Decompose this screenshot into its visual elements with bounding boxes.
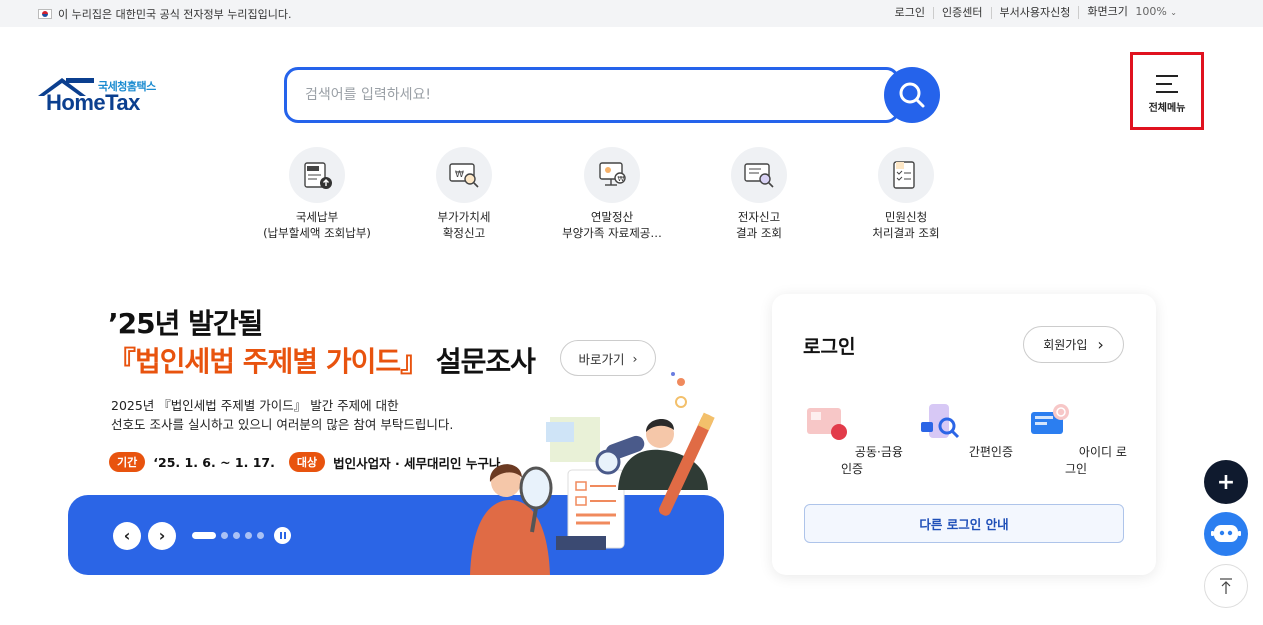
chevron-left-icon: ‹ xyxy=(123,526,131,545)
chevron-right-icon: › xyxy=(1097,335,1104,354)
quick-label-line2: (납부할세액 조회납부) xyxy=(263,226,371,240)
login-option-joint-financial-cert[interactable]: 공동·금융인증 xyxy=(797,398,907,477)
target-badge: 대상 xyxy=(288,452,326,472)
survey-illustration xyxy=(470,372,715,575)
plus-icon: + xyxy=(1216,469,1236,495)
other-login-guide-button[interactable]: 다른 로그인 안내 xyxy=(804,504,1124,543)
login-title: 로그인 xyxy=(803,336,856,358)
period-badge: 기간 xyxy=(109,452,146,472)
banner-title-highlight: 『법인세법 주제별 가이드』 xyxy=(108,345,428,378)
carousel-pause-button[interactable] xyxy=(274,527,291,544)
zoom-value: 100% xyxy=(1135,5,1167,18)
carousel-dot[interactable] xyxy=(221,532,228,539)
e-filing-result-icon xyxy=(731,147,787,203)
id-login-icon xyxy=(1031,404,1070,434)
all-menu-button[interactable]: 전체메뉴 xyxy=(1130,52,1204,130)
gov-notice: 이 누리집은 대한민국 공식 전자정부 누리집입니다. xyxy=(38,6,292,22)
banner-description: 2025년 『법인세법 주제별 가이드』 발간 주제에 대한 선호도 조사를 실… xyxy=(111,396,453,434)
banner-desc-line1: 2025년 『법인세법 주제별 가이드』 발간 주제에 대한 xyxy=(111,398,399,413)
banner-title-line1: ’25년 발간될 xyxy=(108,307,263,340)
top-link-login[interactable]: 로그인 xyxy=(887,6,933,19)
login-option-label: 아이디 로그인 xyxy=(1064,445,1127,476)
search-box xyxy=(284,67,900,123)
vat-report-icon: ₩ xyxy=(436,147,492,203)
pause-icon xyxy=(279,532,282,539)
utility-links: 로그인 인증센터 부서사용자신청 화면크기 100% ⌄ xyxy=(887,6,1185,19)
carousel-dot[interactable] xyxy=(257,532,264,539)
carousel-next-button[interactable]: › xyxy=(148,522,176,550)
logo-wordmark: HomeTax xyxy=(46,90,140,115)
hometax-logo[interactable]: 국세청홈택스 HomeTax xyxy=(36,76,166,118)
korea-flag-icon xyxy=(38,9,52,19)
scroll-top-button[interactable] xyxy=(1204,564,1248,608)
svg-text:₩: ₩ xyxy=(618,175,625,183)
carousel-prev-button[interactable]: ‹ xyxy=(113,522,141,550)
zoom-label: 화면크기 xyxy=(1087,5,1128,18)
arrow-up-icon xyxy=(1220,578,1232,594)
quick-label-line2: 처리결과 조회 xyxy=(872,226,940,240)
search-input[interactable] xyxy=(305,83,845,107)
chevron-down-icon: ⌄ xyxy=(1170,8,1177,17)
quick-label-line1: 연말정산 xyxy=(590,210,634,224)
certificate-card-icon xyxy=(807,408,848,440)
quick-label-line1: 민원신청 xyxy=(884,210,928,224)
carousel-dot[interactable] xyxy=(245,532,252,539)
quick-item-tax-payment[interactable]: 국세납부 (납부할세액 조회납부) xyxy=(247,147,387,241)
chatbot-button[interactable] xyxy=(1204,512,1248,556)
year-end-settlement-icon: ₩ xyxy=(584,147,640,203)
login-option-label: 간편인증 xyxy=(968,445,1013,459)
carousel-dot-active[interactable] xyxy=(192,532,216,539)
quick-label-line1: 부가가치세 xyxy=(437,210,491,224)
carousel-pagination xyxy=(192,532,264,539)
banner-desc-line2: 선호도 조사를 실시하고 있으니 여러분의 많은 참여 부탁드립니다. xyxy=(111,417,454,432)
gov-banner-bar: 이 누리집은 대한민국 공식 전자정부 누리집입니다. 로그인 인증센터 부서사… xyxy=(0,0,1263,27)
chevron-right-icon: › xyxy=(158,526,166,545)
simple-auth-icon xyxy=(921,404,960,439)
hamburger-icon xyxy=(1156,75,1178,99)
carousel-dot[interactable] xyxy=(233,532,240,539)
quick-item-vat-report[interactable]: ₩ 부가가치세 확정신고 xyxy=(394,147,534,241)
svg-text:₩: ₩ xyxy=(455,170,464,180)
all-menu-label: 전체메뉴 xyxy=(1148,103,1186,114)
login-option-id-login[interactable]: 아이디 로그인 xyxy=(1021,398,1131,477)
banner-period-line: 기간 ‘25. 1. 6. ~ 1. 17. 대상 법인사업자 · 세무대리인 … xyxy=(109,452,514,472)
zoom-control[interactable]: 화면크기 100% ⌄ xyxy=(1078,6,1185,19)
quick-item-year-end-settlement[interactable]: ₩ 연말정산 부양가족 자료제공… xyxy=(542,147,682,241)
search-button[interactable] xyxy=(884,67,940,123)
quick-label-line2: 확정신고 xyxy=(442,226,486,240)
login-option-simple-auth[interactable]: 간편인증 xyxy=(909,398,1019,460)
search-icon xyxy=(899,82,925,108)
gov-notice-text: 이 누리집은 대한민국 공식 전자정부 누리집입니다. xyxy=(58,8,292,21)
quick-label-line1: 국세납부 xyxy=(295,210,339,224)
quick-item-e-filing-result[interactable]: 전자신고 결과 조회 xyxy=(689,147,829,241)
top-link-cert-center[interactable]: 인증센터 xyxy=(933,6,990,19)
signup-button[interactable]: 회원가입 › xyxy=(1023,326,1124,363)
login-option-label: 공동·금융인증 xyxy=(840,445,903,476)
top-link-dept-user[interactable]: 부서사용자신청 xyxy=(990,6,1079,19)
quick-label-line1: 전자신고 xyxy=(737,210,781,224)
quick-label-line2: 결과 조회 xyxy=(736,226,782,240)
period-value: ‘25. 1. 6. ~ 1. 17. xyxy=(153,454,275,470)
civil-request-icon xyxy=(878,147,934,203)
chatbot-icon xyxy=(1211,525,1241,542)
quick-label-line2: 부양가족 자료제공… xyxy=(562,226,662,240)
floating-add-button[interactable]: + xyxy=(1204,460,1248,504)
login-card: 로그인 회원가입 › 공동·금융인증 간편인증 아이디 로그인 다른 로그인 안… xyxy=(772,294,1156,575)
signup-label: 회원가입 xyxy=(1043,338,1088,352)
quick-item-civil-request[interactable]: 민원신청 처리결과 조회 xyxy=(836,147,976,241)
tax-payment-icon xyxy=(289,147,345,203)
